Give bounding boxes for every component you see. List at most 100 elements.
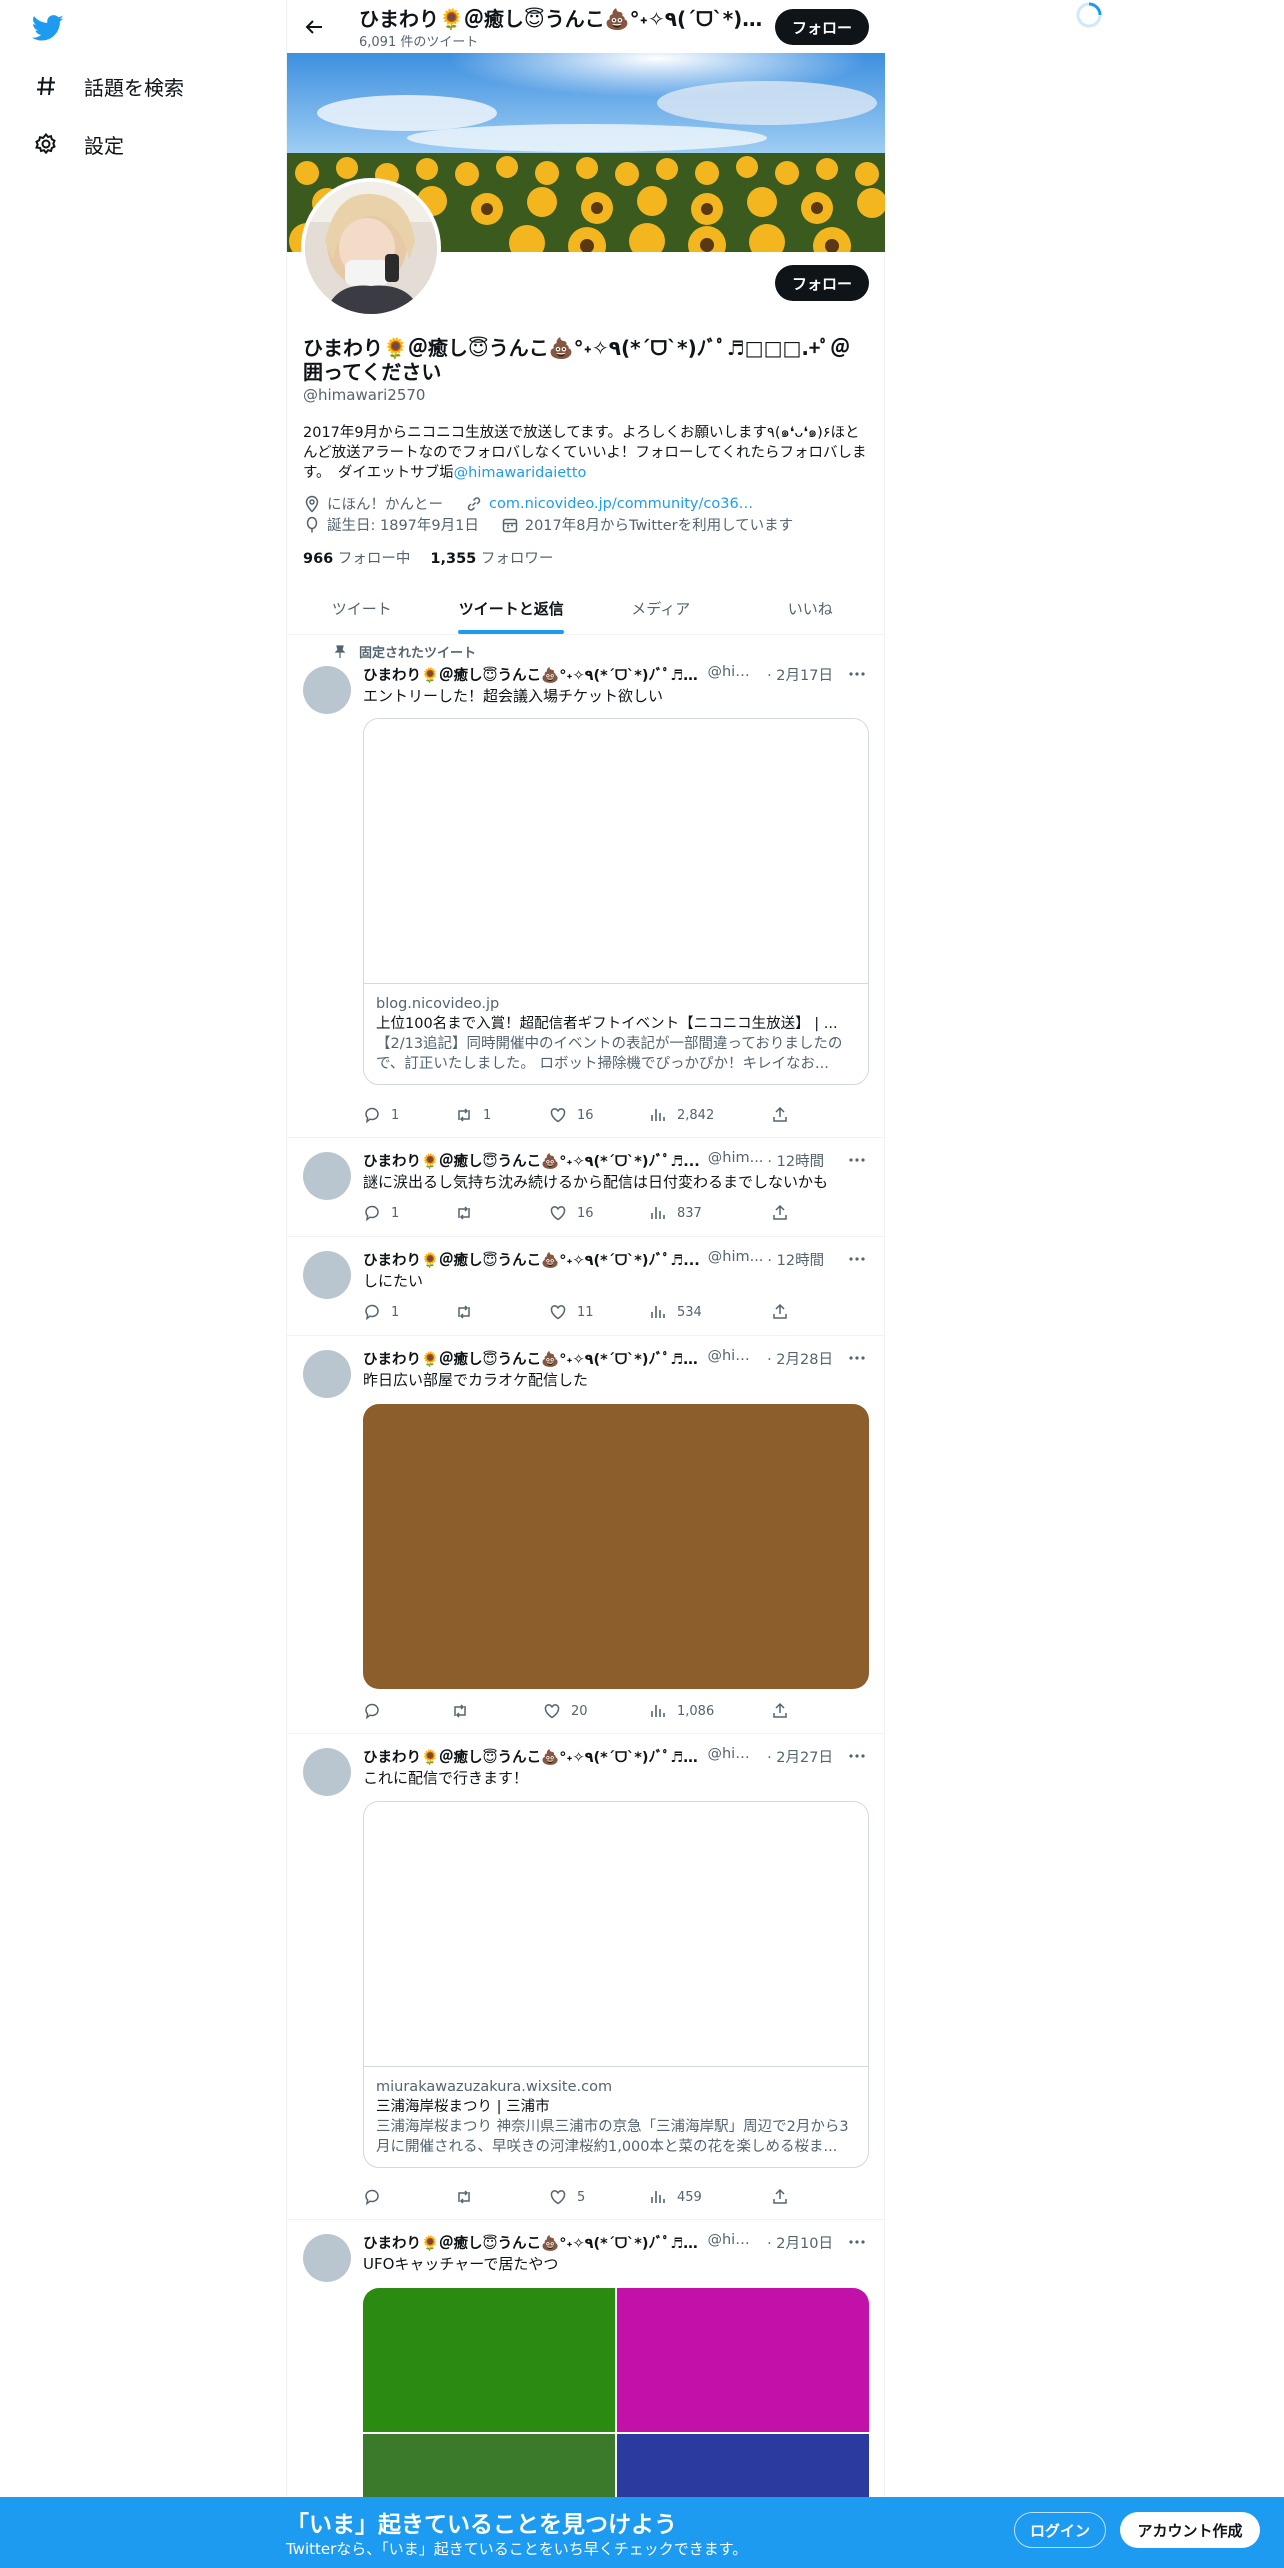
views-button[interactable]: 459 [649,2188,702,2206]
tweet-timestamp[interactable]: · 12時間 [767,1150,824,1171]
tweet-author-name[interactable]: ひまわり🌻＠癒し😇うんこ💩°˖✧٩(*ˊᗜˋ*)ﾉﾞﾟ♬... [363,1746,699,1767]
header-follow-button[interactable]: フォロー [775,9,869,45]
views-button[interactable]: 2,842 [649,1106,714,1124]
like-button[interactable]: 16 [549,1204,594,1222]
more-options-icon[interactable] [847,1150,867,1170]
reply-count: 1 [391,1205,400,1221]
share-button[interactable] [771,1303,789,1321]
like-count: 5 [577,2189,586,2205]
nav-explore[interactable]: 話題を検索 [34,66,184,106]
retweet-button[interactable]: 1 [455,1106,491,1124]
share-icon [771,2188,789,2206]
like-button[interactable]: 20 [543,1702,588,1720]
tweet-actions: 5 459 [363,2188,803,2208]
tweet-text: これに配信で行きます！ [363,1769,529,1787]
following-link[interactable]: 966 フォロー中 [303,547,410,568]
profile-avatar[interactable] [301,178,441,318]
hashtag-icon [34,74,58,98]
avatar[interactable] [303,2234,351,2282]
pin-icon [333,644,347,659]
link-card[interactable]: blog.nicovideo.jp 上位100名まで入賞！超配信者ギフトイベント… [363,718,869,1085]
more-options-icon[interactable] [847,664,867,684]
views-button[interactable]: 534 [649,1303,702,1321]
header-title: ひまわり🌻＠癒し😇うんこ💩°˖✧٩(ˊᗜˋ*)و✧˖° [359,7,769,31]
retweet-button[interactable] [451,1702,479,1720]
tweet-media-image[interactable] [617,2288,869,2432]
share-icon [771,1204,789,1222]
tweet-author-name[interactable]: ひまわり🌻＠癒し😇うんこ💩°˖✧٩(*ˊᗜˋ*)ﾉﾞﾟ♬... [363,1348,699,1369]
share-button[interactable] [771,1106,789,1124]
tab-tweets-and-replies[interactable]: ツイートと返信 [437,582,587,634]
tweet-media-image[interactable] [363,2288,615,2432]
views-button[interactable]: 1,086 [649,1702,714,1720]
heart-icon [549,2188,567,2206]
tweet-timestamp[interactable]: · 2月17日 [767,664,833,685]
reply-button[interactable] [363,2188,391,2206]
tweet-author-handle[interactable]: @him... [707,1348,763,1369]
link-card[interactable]: miurakawazuzakura.wixsite.com 三浦海岸桜まつり |… [363,1801,869,2168]
avatar[interactable] [303,666,351,714]
bio-mention-link[interactable]: @himawaridaietto [454,465,587,481]
tweet-author-handle[interactable]: @him... [707,1746,763,1767]
more-options-icon[interactable] [847,1746,867,1766]
view-count: 1,086 [677,1703,715,1719]
avatar[interactable] [303,1350,351,1398]
tweet-timestamp[interactable]: · 2月10日 [767,2232,833,2253]
retweet-button[interactable] [455,2188,483,2206]
reply-button[interactable] [363,1702,391,1720]
tweet-timestamp[interactable]: · 2月28日 [767,1348,833,1369]
more-options-icon[interactable] [847,1249,867,1269]
tweet-actions: 1 16 837 [363,1204,803,1224]
tweet-author-handle[interactable]: @him... [708,1249,764,1270]
reply-button[interactable]: 1 [363,1303,399,1321]
login-button[interactable]: ログイン [1014,2512,1106,2548]
tweet-author-name[interactable]: ひまわり🌻＠癒し😇うんこ💩°˖✧٩(*ˊᗜˋ*)ﾉﾞﾟ♬... [363,1249,700,1270]
tweet[interactable]: ひまわり🌻＠癒し😇うんこ💩°˖✧٩(*ˊᗜˋ*)ﾉﾞﾟ♬... @him... … [287,1734,885,2220]
twitter-logo-icon[interactable] [32,12,64,44]
share-button[interactable] [771,1702,789,1720]
bar-chart-icon [649,1303,667,1321]
avatar[interactable] [303,1152,351,1200]
retweet-icon [455,1303,473,1321]
avatar[interactable] [303,1748,351,1796]
reply-button[interactable]: 1 [363,1106,399,1124]
tweet[interactable]: ひまわり🌻＠癒し😇うんこ💩°˖✧٩(*ˊᗜˋ*)ﾉﾞﾟ♬... @him... … [287,1138,885,1237]
tweet-header: ひまわり🌻＠癒し😇うんこ💩°˖✧٩(*ˊᗜˋ*)ﾉﾞﾟ♬... @him... … [363,1348,833,1369]
retweet-button[interactable] [455,1303,483,1321]
share-button[interactable] [771,1204,789,1222]
profile-follow-button[interactable]: フォロー [775,265,869,301]
tab-tweets[interactable]: ツイート [287,582,437,634]
nav-settings[interactable]: 設定 [34,124,124,164]
tweet[interactable]: ひまわり🌻＠癒し😇うんこ💩°˖✧٩(*ˊᗜˋ*)ﾉﾞﾟ♬... @him... … [287,1237,885,1336]
signup-button[interactable]: アカウント作成 [1120,2512,1260,2548]
followers-link[interactable]: 1,355 フォロワー [430,547,553,568]
tweet[interactable]: ひまわり🌻＠癒し😇うんこ💩°˖✧٩(*ˊᗜˋ*)ﾉﾞﾟ♬... @him... … [287,1336,885,1734]
tweet-timestamp[interactable]: · 12時間 [767,1249,824,1270]
avatar[interactable] [303,1251,351,1299]
reply-button[interactable]: 1 [363,1204,399,1222]
tweet-author-name[interactable]: ひまわり🌻＠癒し😇うんこ💩°˖✧٩(*ˊᗜˋ*)ﾉﾞﾟ♬... [363,2232,699,2253]
tweet-author-handle[interactable]: @him... [707,664,763,685]
retweet-button[interactable] [455,1204,483,1222]
tweet[interactable]: 固定されたツイート ひまわり🌻＠癒し😇うんこ💩°˖✧٩(*ˊᗜˋ*)ﾉﾞﾟ♬..… [287,636,885,1138]
tweet-author-name[interactable]: ひまわり🌻＠癒し😇うんこ💩°˖✧٩(*ˊᗜˋ*)ﾉﾞﾟ♬... [363,664,699,685]
like-button[interactable]: 5 [549,2188,585,2206]
profile-url-link[interactable]: com.nicovideo.jp/community/co36… [489,496,753,512]
tab-likes[interactable]: いいね [736,582,886,634]
tweet-author-handle[interactable]: @him... [708,1150,764,1171]
tweet-author-handle[interactable]: @him... [707,2232,763,2253]
nav-explore-label: 話題を検索 [84,75,184,100]
views-button[interactable]: 837 [649,1204,702,1222]
tweet-author-name[interactable]: ひまわり🌻＠癒し😇うんこ💩°˖✧٩(*ˊᗜˋ*)ﾉﾞﾟ♬... [363,1150,700,1171]
tweet-media-image[interactable] [363,1404,869,1689]
tweet-timestamp[interactable]: · 2月27日 [767,1746,833,1767]
reply-icon [363,1702,381,1720]
share-button[interactable] [771,2188,789,2206]
tweet-text: エントリーした！超会議入場チケット欲しい [363,687,664,705]
more-options-icon[interactable] [847,2232,867,2252]
back-button[interactable] [297,10,331,44]
like-button[interactable]: 11 [549,1303,594,1321]
like-button[interactable]: 16 [549,1106,594,1124]
tab-media[interactable]: メディア [586,582,736,634]
more-options-icon[interactable] [847,1348,867,1368]
